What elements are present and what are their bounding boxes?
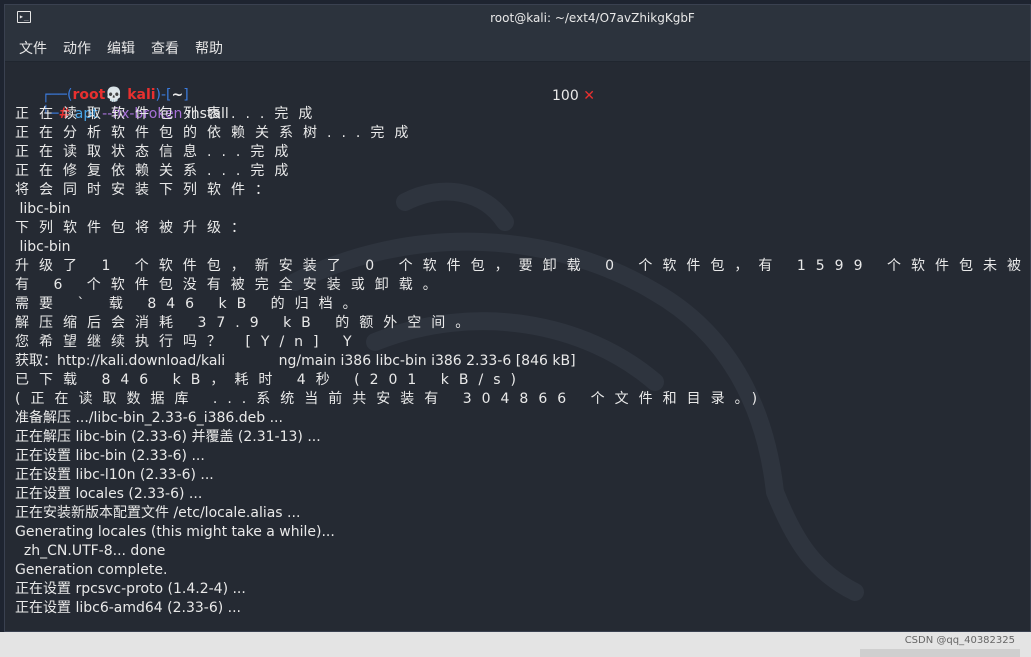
output-line: libc-bin [15, 239, 71, 255]
output-line: 需要 ` 载 846 kB 的归档。 [15, 296, 367, 312]
output-line: (正在读取数据库 ...系统当前共安装有 304866 个文件和目录。) [15, 391, 768, 407]
menu-action[interactable]: 动作 [63, 38, 91, 58]
error-x-icon: ✕ [583, 88, 595, 104]
output-line: 正在读取状态信息...完成 [15, 144, 299, 160]
exit-status: 100 ✕ [552, 88, 595, 104]
menu-help[interactable]: 帮助 [195, 38, 223, 58]
output-line: 升级了 1 个软件包，新安装了 0 个软件包，要卸载 0 个软件包，有 1599… [15, 258, 1031, 274]
menu-edit[interactable]: 编辑 [107, 38, 135, 58]
title-bar: ▸_ root@kali: ~/ext4/O7avZhikgKgbF [5, 5, 1030, 31]
output-line: 正在设置 libc-bin (2.33-6) ... [15, 448, 205, 464]
terminal-output[interactable]: ┌──(root💀 kali)-[~] └─# apt --fix-broken… [5, 62, 1030, 631]
command-line: └─# apt --fix-broken install [15, 86, 229, 122]
output-line: 正在设置 libc6-amd64 (2.33-6) ... [15, 600, 241, 616]
output-line: zh_CN.UTF-8... done [15, 543, 166, 559]
menu-view[interactable]: 查看 [151, 38, 179, 58]
output-line: 有 6 个软件包没有被完全安装或卸载。 [15, 277, 447, 293]
taskbar-tray [860, 649, 1020, 657]
output-line: 获取：http://kali.download/kali ng/main i38… [15, 353, 576, 369]
exit-code: 100 [552, 88, 579, 104]
output-line: 您希望继续执行吗？ [Y/n] Y [15, 334, 362, 350]
output-line: Generation complete. [15, 562, 168, 578]
output-line: libc-bin [15, 201, 71, 217]
output-line: 正在修复依赖关系...完成 [15, 163, 299, 179]
output-line: 已下载 846 kB，耗时 4秒 (201 kB/s) [15, 372, 526, 388]
output-line: 正在安装新版本配置文件 /etc/locale.alias ... [15, 505, 301, 521]
output-line: 正在读取软件包列表...完成 [15, 106, 323, 122]
output-line: 解压缩后会消耗 37.9 kB 的额外空间。 [15, 315, 480, 331]
credit-text: CSDN @qq_40382325 [904, 635, 1015, 646]
output-line: 准备解压 .../libc-bin_2.33-6_i386.deb ... [15, 410, 283, 426]
output-line: Generating locales (this might take a wh… [15, 524, 335, 540]
output-line: 将会同时安装下列软件： [15, 182, 279, 198]
menu-bar: 文件 动作 编辑 查看 帮助 [5, 31, 1030, 62]
output-line: 正在分析软件包的依赖关系树...完成 [15, 125, 419, 141]
output-line: 下列软件包将被升级： [15, 220, 255, 236]
output-line: 正在解压 libc-bin (2.33-6) 并覆盖 (2.31-13) ... [15, 429, 321, 445]
terminal-window: ▸_ root@kali: ~/ext4/O7avZhikgKgbF 文件 动作… [4, 4, 1031, 632]
output-line: 正在设置 libc-l10n (2.33-6) ... [15, 467, 214, 483]
output-line: 正在设置 locales (2.33-6) ... [15, 486, 203, 502]
prompt-header: ┌──(root💀 kali)-[~] [15, 67, 189, 103]
menu-file[interactable]: 文件 [19, 38, 47, 58]
bottom-strip: CSDN @qq_40382325 [0, 632, 1031, 657]
window-title: root@kali: ~/ext4/O7avZhikgKgbF [490, 11, 695, 25]
output-line: 正在设置 rpcsvc-proto (1.4.2-4) ... [15, 581, 246, 597]
